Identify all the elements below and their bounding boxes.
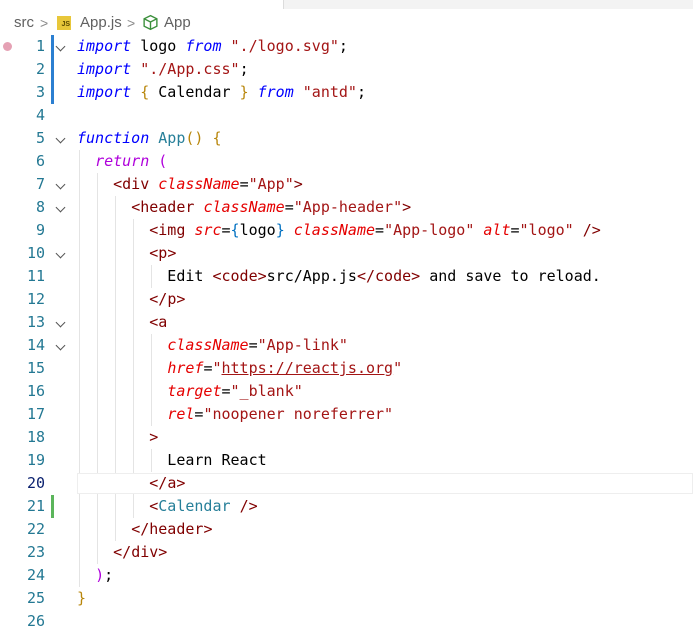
code-line[interactable]: 1 import logo from "./logo.svg"; bbox=[0, 35, 693, 58]
code-line[interactable]: 16 target="_blank" bbox=[0, 380, 693, 403]
code-text: <p> bbox=[149, 244, 177, 262]
code-line[interactable]: 6 return ( bbox=[0, 150, 693, 173]
code-line[interactable]: 20 </a> bbox=[0, 472, 693, 495]
chevron-down-icon[interactable] bbox=[55, 340, 66, 351]
code-text: import "./App.css"; bbox=[77, 60, 249, 78]
code-text: return ( bbox=[95, 152, 168, 170]
line-number: 7 bbox=[35, 175, 45, 193]
line-number: 15 bbox=[26, 359, 45, 377]
code-line[interactable]: 17 rel="noopener noreferrer" bbox=[0, 403, 693, 426]
line-number: 13 bbox=[26, 313, 45, 331]
code-line[interactable]: 12 </p> bbox=[0, 288, 693, 311]
modified-line-marker[interactable] bbox=[51, 81, 54, 104]
line-number: 10 bbox=[26, 244, 45, 262]
chevron-down-icon[interactable] bbox=[55, 202, 66, 213]
line-number: 4 bbox=[35, 106, 45, 124]
code-line[interactable]: 13 <a bbox=[0, 311, 693, 334]
code-line[interactable]: 5 function App() { bbox=[0, 127, 693, 150]
code-line[interactable]: 21 <Calendar /> bbox=[0, 495, 693, 518]
breadcrumb-file[interactable]: App.js bbox=[80, 13, 122, 33]
tab-strip bbox=[283, 0, 693, 9]
line-number: 6 bbox=[35, 152, 45, 170]
breadcrumb-folder[interactable]: src bbox=[14, 13, 34, 33]
code-line[interactable]: 26 bbox=[0, 610, 693, 633]
line-number: 24 bbox=[26, 566, 45, 584]
code-line[interactable]: 7 <div className="App"> bbox=[0, 173, 693, 196]
line-number: 20 bbox=[26, 474, 45, 492]
code-text: Edit <code>src/App.js</code> and save to… bbox=[77, 267, 601, 285]
line-number: 23 bbox=[26, 543, 45, 561]
code-text: function App() { bbox=[77, 129, 222, 147]
code-text: <a bbox=[149, 313, 168, 331]
line-number: 3 bbox=[35, 83, 45, 101]
line-number: 5 bbox=[35, 129, 45, 147]
chevron-down-icon[interactable] bbox=[55, 248, 66, 259]
code-line[interactable]: 10 <p> bbox=[0, 242, 693, 265]
code-line[interactable]: 11 Edit <code>src/App.js</code> and save… bbox=[0, 265, 693, 288]
code-line[interactable]: 4 bbox=[0, 104, 693, 127]
chevron-down-icon[interactable] bbox=[55, 41, 66, 52]
modified-line-marker[interactable] bbox=[51, 35, 54, 58]
line-number: 8 bbox=[35, 198, 45, 216]
code-text: <Calendar /> bbox=[149, 497, 258, 515]
code-text: target="_blank" bbox=[167, 382, 303, 400]
breadcrumb: src > JS App.js > App bbox=[0, 0, 693, 34]
code-text: Learn React bbox=[77, 451, 267, 469]
chevron-down-icon[interactable] bbox=[55, 133, 66, 144]
line-number: 17 bbox=[26, 405, 45, 423]
code-text: href="https://reactjs.org" bbox=[167, 359, 403, 377]
chevron-down-icon[interactable] bbox=[55, 179, 66, 190]
javascript-file-icon: JS bbox=[57, 16, 71, 30]
line-number: 2 bbox=[35, 60, 45, 78]
line-number: 16 bbox=[26, 382, 45, 400]
code-line[interactable]: 22 </header> bbox=[0, 518, 693, 541]
code-text: ); bbox=[95, 566, 114, 584]
line-number: 18 bbox=[26, 428, 45, 446]
line-number: 25 bbox=[26, 589, 45, 607]
code-text: import { Calendar } from "antd"; bbox=[77, 83, 366, 101]
code-line[interactable]: 18 > bbox=[0, 426, 693, 449]
code-line[interactable]: 3 import { Calendar } from "antd"; bbox=[0, 81, 693, 104]
code-text: </a> bbox=[149, 474, 186, 492]
code-line[interactable]: 23 </div> bbox=[0, 541, 693, 564]
code-line[interactable]: 9 <img src={logo} className="App-logo" a… bbox=[0, 219, 693, 242]
chevron-down-icon[interactable] bbox=[55, 317, 66, 328]
code-text: import logo from "./logo.svg"; bbox=[77, 37, 348, 55]
code-line[interactable]: 19 Learn React bbox=[0, 449, 693, 472]
code-text: </p> bbox=[149, 290, 186, 308]
code-text: </div> bbox=[113, 543, 168, 561]
code-text: } bbox=[77, 589, 87, 607]
code-text: rel="noopener noreferrer" bbox=[167, 405, 394, 423]
code-text: <header className="App-header"> bbox=[131, 198, 412, 216]
line-number: 22 bbox=[26, 520, 45, 538]
code-editor[interactable]: 1 import logo from "./logo.svg"; 2 import "… bbox=[0, 35, 693, 630]
line-number: 12 bbox=[26, 290, 45, 308]
code-text: <img src={logo} className="App-logo" alt… bbox=[149, 221, 601, 239]
code-line[interactable]: 24 ); bbox=[0, 564, 693, 587]
code-text: className="App-link" bbox=[167, 336, 348, 354]
code-line[interactable]: 14 className="App-link" bbox=[0, 334, 693, 357]
line-number: 26 bbox=[26, 612, 45, 630]
code-line[interactable]: 2 import "./App.css"; bbox=[0, 58, 693, 81]
breadcrumb-symbol[interactable]: App bbox=[164, 13, 191, 33]
line-number: 11 bbox=[26, 267, 45, 285]
line-number: 9 bbox=[35, 221, 45, 239]
chevron-right-icon: > bbox=[127, 15, 136, 31]
line-number: 1 bbox=[35, 37, 45, 55]
added-line-marker[interactable] bbox=[51, 495, 54, 518]
code-line[interactable]: 15 href="https://reactjs.org" bbox=[0, 357, 693, 380]
line-number: 21 bbox=[26, 497, 45, 515]
line-number: 19 bbox=[26, 451, 45, 469]
code-line[interactable]: 8 <header className="App-header"> bbox=[0, 196, 693, 219]
modified-line-marker[interactable] bbox=[51, 58, 54, 81]
line-number: 14 bbox=[26, 336, 45, 354]
chevron-right-icon: > bbox=[40, 15, 49, 31]
code-text: </header> bbox=[131, 520, 213, 538]
code-line[interactable]: 25} bbox=[0, 587, 693, 610]
code-text: > bbox=[149, 428, 159, 446]
code-text: <div className="App"> bbox=[113, 175, 303, 193]
symbol-cube-icon bbox=[143, 14, 158, 31]
